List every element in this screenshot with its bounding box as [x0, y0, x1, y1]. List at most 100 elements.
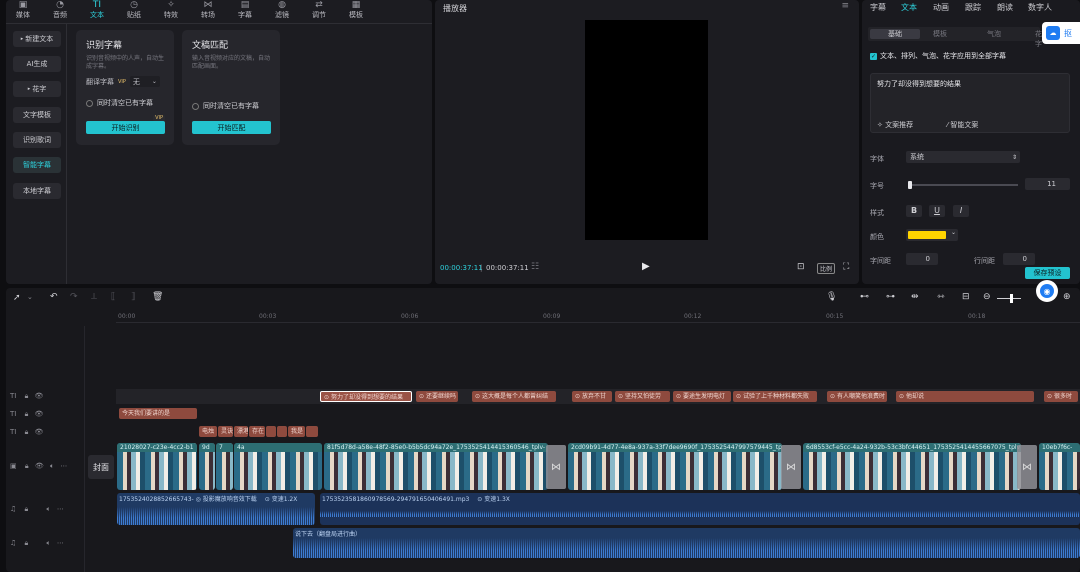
- transition-icon[interactable]: ⋈: [781, 445, 801, 489]
- ratio-button[interactable]: 比例: [817, 263, 836, 274]
- tab-subtitle-props[interactable]: 字幕: [870, 2, 886, 13]
- caption-clip[interactable]: ⊙ 努力了却没得到想要的结果: [320, 391, 412, 402]
- sidebar-item-text-template[interactable]: 文字模板: [13, 107, 61, 123]
- snap-icon[interactable]: ⇿: [937, 292, 945, 302]
- audio-clip[interactable]: 17535235818609785​69-294791650406491.mp3…: [320, 493, 1080, 525]
- speaker-icon[interactable]: 🔈︎: [46, 539, 50, 547]
- transition-icon[interactable]: ⋈: [1017, 445, 1037, 489]
- microphone-icon[interactable]: 🎙: [826, 292, 837, 302]
- lock-icon[interactable]: 🔒︎: [25, 539, 29, 547]
- char-spacing-input[interactable]: 0: [906, 253, 938, 265]
- caption-clip[interactable]: ⊙ 很多时: [1044, 391, 1078, 402]
- subtab-fancy[interactable]: 花字: [1035, 29, 1042, 49]
- caption-clip[interactable]: 电烛: [199, 426, 217, 437]
- split-right-icon[interactable]: ⟧: [131, 292, 135, 302]
- cursor-dropdown-icon[interactable]: ⌄: [27, 293, 33, 301]
- lock-icon[interactable]: 🔒︎: [25, 428, 29, 436]
- caption-clip[interactable]: ⊙ 还要继续吗: [416, 391, 458, 402]
- linkage-icon[interactable]: ⇹: [911, 292, 919, 302]
- subtab-bubble[interactable]: 气泡: [987, 29, 1001, 39]
- caption-clip[interactable]: ⊙ 坚持又怕徒劳: [615, 391, 670, 402]
- more-icon[interactable]: ⋯: [60, 462, 67, 470]
- player-menu-icon[interactable]: ≡: [841, 1, 849, 11]
- tab-template[interactable]: ▦ 模板: [339, 0, 373, 22]
- translate-select[interactable]: 无 ⌄: [129, 76, 160, 87]
- split-icon[interactable]: ⟂: [91, 292, 97, 302]
- split-left-icon[interactable]: ⟦: [111, 292, 115, 302]
- start-match-button[interactable]: 开始匹配: [192, 121, 271, 134]
- underline-button[interactable]: U: [929, 205, 945, 217]
- caption-clip[interactable]: 漂港: [234, 426, 248, 437]
- caption-clip[interactable]: ⊙ 放弃不甘: [572, 391, 612, 402]
- cursor-tool-icon[interactable]: ➚: [13, 293, 21, 303]
- video-clip[interactable]: 10eb7f6c-: [1039, 443, 1080, 490]
- video-clip[interactable]: 6d8553cf-e5cc-4a24-932b-53c3bfc44651_175…: [803, 443, 1021, 490]
- size-input[interactable]: 11: [1025, 178, 1070, 190]
- size-slider-handle[interactable]: [908, 181, 912, 189]
- sidebar-item-new-text[interactable]: ▸ 新建文本: [13, 31, 61, 47]
- zoom-slider-handle[interactable]: [1010, 294, 1013, 303]
- more-icon[interactable]: ⋯: [57, 505, 64, 513]
- tab-animation[interactable]: 动画: [933, 2, 949, 13]
- fit-screen-icon[interactable]: ⊡: [797, 262, 805, 272]
- caption-clip[interactable]: ⊙ 要途生发明电灯: [673, 391, 731, 402]
- caption-clip[interactable]: ⊙ 这大概是每个人都曾纠结: [472, 391, 556, 402]
- zoom-slider[interactable]: [997, 294, 1021, 303]
- tab-sticker[interactable]: ◷ 贴纸: [117, 0, 151, 22]
- tab-media[interactable]: ▣ 媒体: [6, 0, 40, 22]
- smart-copy-button[interactable]: ⁄ 智能文案: [947, 120, 978, 130]
- recommend-button[interactable]: ✧ 文案推荐: [877, 120, 913, 130]
- zoom-in-icon[interactable]: ⊕: [1063, 292, 1071, 302]
- lock-icon[interactable]: 🔒︎: [25, 462, 29, 470]
- subtab-template[interactable]: 模板: [933, 29, 947, 39]
- color-picker[interactable]: ⌄: [906, 229, 958, 241]
- transition-icon[interactable]: ⋈: [546, 445, 566, 489]
- caption-clip[interactable]: ⊙ 有人嘲笑他浪费时: [827, 391, 887, 402]
- assistant-float-icon[interactable]: ◉: [1036, 280, 1058, 302]
- cover-button[interactable]: 封面: [88, 455, 114, 479]
- tab-text[interactable]: TI 文本: [80, 0, 114, 22]
- video-clip[interactable]: 9d: [199, 443, 215, 490]
- caption-clip[interactable]: ⊙ 试验了上千种材料都失败: [733, 391, 817, 402]
- audio-clip[interactable]: 1753524028852665743- ◎ 投影魔放响音效下载 ⊙ 变速1.2…: [117, 493, 315, 525]
- tab-effects[interactable]: ✧ 特效: [154, 0, 188, 22]
- font-select[interactable]: 系统 ⇕: [906, 151, 1020, 163]
- tab-audio[interactable]: ◔ 音频: [43, 0, 77, 22]
- more-icon[interactable]: ⋯: [57, 539, 64, 547]
- start-recognize-button[interactable]: 开始识别 VIP: [86, 115, 165, 134]
- speaker-icon[interactable]: 🔈︎: [46, 505, 50, 513]
- tab-filter[interactable]: ◍ 滤镜: [265, 0, 299, 22]
- bold-button[interactable]: B: [906, 205, 922, 217]
- fullscreen-icon[interactable]: ⛶: [843, 262, 849, 272]
- tab-digital-human[interactable]: 数字人: [1028, 2, 1052, 13]
- tab-transition[interactable]: ⋈ 转场: [191, 0, 225, 22]
- preview-icon[interactable]: ⊟: [962, 292, 970, 302]
- eye-icon[interactable]: 👁︎: [35, 410, 44, 418]
- caption-clip[interactable]: 灵诀: [218, 426, 233, 437]
- tab-read-aloud[interactable]: 朗读: [997, 2, 1013, 13]
- caption-clip[interactable]: 存在: [249, 426, 265, 437]
- apply-all-checkbox[interactable]: ✓ 文本、排列、气泡、花字应用到全部字幕: [870, 51, 1006, 61]
- audio-clip[interactable]: 说下去（翻盘局进行曲）: [293, 528, 1080, 558]
- caption-clip[interactable]: [266, 426, 276, 437]
- sidebar-item-local-subtitle[interactable]: 本地字幕: [13, 183, 61, 199]
- tab-subtitle[interactable]: ▤ 字幕: [228, 0, 262, 22]
- link-icon[interactable]: ⊷: [860, 292, 869, 302]
- save-preset-button[interactable]: 保存预设: [1025, 267, 1070, 279]
- caption-clip[interactable]: [306, 426, 318, 437]
- sidebar-item-smart-subtitle[interactable]: 智能字幕: [13, 157, 61, 173]
- video-preview[interactable]: [585, 20, 708, 240]
- italic-button[interactable]: I: [953, 205, 969, 217]
- size-slider[interactable]: [908, 181, 1018, 189]
- video-clip[interactable]: 21028027-c23e-4cc2-b1: [117, 443, 197, 490]
- subtab-basic[interactable]: 基础: [870, 29, 920, 39]
- redo-icon[interactable]: ↷: [70, 292, 78, 302]
- sidebar-item-ai[interactable]: AI生成: [13, 56, 61, 72]
- caption-clip[interactable]: ⊙ 他却说: [896, 391, 1034, 402]
- text-content-box[interactable]: 努力了却没得到想要的结果 ✧ 文案推荐 ⁄ 智能文案: [870, 73, 1070, 133]
- tab-tracking[interactable]: 跟踪: [965, 2, 981, 13]
- timecode-grid-icon[interactable]: ☷: [531, 262, 539, 272]
- lock-icon[interactable]: 🔒︎: [25, 410, 29, 418]
- video-clip[interactable]: 7: [216, 443, 233, 490]
- sidebar-item-lyrics[interactable]: 识别歌词: [13, 132, 61, 148]
